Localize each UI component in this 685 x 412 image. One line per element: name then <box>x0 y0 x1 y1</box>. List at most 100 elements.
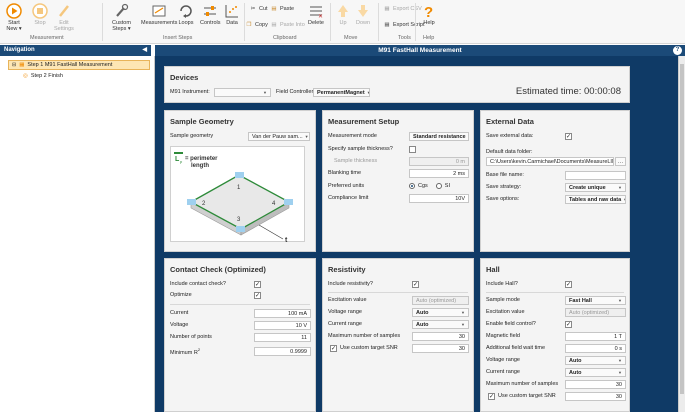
delete-button[interactable]: ✕ Delete <box>308 3 324 26</box>
voltage-input[interactable]: 10 V <box>254 321 311 330</box>
export-script-label: Export Script <box>393 22 425 28</box>
csv-icon: ▦ <box>384 6 390 12</box>
chevron-down-icon: ▼ <box>263 90 267 95</box>
chevron-down-icon: ▼ <box>461 322 465 327</box>
options-dropdown[interactable]: Tables and raw data▼ <box>565 195 626 204</box>
help-button[interactable]: ? Help <box>421 3 437 26</box>
cgs-radio[interactable] <box>409 183 415 189</box>
base-name-input[interactable] <box>565 171 626 180</box>
instrument-dropdown[interactable]: ▼ <box>214 88 271 97</box>
group-help: Help <box>423 35 435 41</box>
loops-button[interactable]: Loops <box>178 3 194 26</box>
cut-button[interactable]: ✂ Cut <box>249 5 268 13</box>
external-data-panel: External Data Save external data: ✓ Defa… <box>480 110 630 252</box>
thickness-input[interactable]: 0 m <box>409 157 469 166</box>
stop-button[interactable]: Stop <box>32 3 48 26</box>
hall-vrange-dropdown[interactable]: Auto ▼ <box>565 356 626 365</box>
res-maxsamples-input[interactable]: 30 <box>412 332 469 341</box>
res-vrange-dropdown[interactable]: Auto ▼ <box>412 308 469 317</box>
include-hall-checkbox[interactable]: ✓ <box>565 281 572 288</box>
hall-maxsamples-input[interactable]: 30 <box>565 380 626 389</box>
si-radio[interactable] <box>435 183 442 189</box>
compliance-input[interactable]: 10V <box>409 194 469 203</box>
main-title: M91 FastHall Measurement <box>378 47 462 54</box>
hall-title: Hall <box>486 265 500 274</box>
hall-snr-label: Use custom target SNR <box>498 393 556 399</box>
mode-value: Standard resistance <box>413 133 466 140</box>
chevron-down-icon: ▼ <box>461 310 465 315</box>
save-external-checkbox[interactable]: ✓ <box>565 133 572 140</box>
divider <box>486 292 624 293</box>
hall-crange-dropdown[interactable]: Auto ▼ <box>565 368 626 377</box>
include-contact-checkbox[interactable]: ✓ <box>254 281 261 288</box>
data-button[interactable]: Data <box>224 3 240 26</box>
res-snr-checkbox[interactable]: ✓ <box>330 345 337 352</box>
export-script-button[interactable]: ▦ Export Script <box>383 21 424 29</box>
chevron-down-icon: ▼ <box>304 134 309 139</box>
thickness-t-label: t <box>285 237 288 243</box>
field-control-checkbox[interactable]: ✓ <box>565 321 572 328</box>
current-input[interactable]: 100 mA <box>254 309 311 318</box>
save-external-row: Save external data: <box>486 131 624 141</box>
ribbon-separator <box>330 3 331 41</box>
svg-text:✕: ✕ <box>318 14 323 19</box>
group-insert-steps: Insert Steps <box>163 35 193 41</box>
optimize-checkbox[interactable]: ✓ <box>254 292 261 299</box>
points-label: Number of points <box>170 334 212 340</box>
browse-folder-button[interactable]: … <box>615 157 626 166</box>
move-down-button[interactable]: Down <box>355 3 371 26</box>
loops-label: Loops <box>178 20 194 26</box>
scrollbar-thumb[interactable] <box>680 64 684 394</box>
folder-label: Default data folder: <box>486 149 533 155</box>
collapse-arrow-icon[interactable]: ◀ <box>142 46 147 53</box>
controls-button[interactable]: Controls <box>200 3 220 26</box>
magnetic-input[interactable]: 1 T <box>565 332 626 341</box>
hall-snr-input[interactable]: 30 <box>565 392 626 401</box>
blanking-input[interactable]: 2 ms <box>409 169 469 178</box>
res-crange-dropdown[interactable]: Auto ▼ <box>412 320 469 329</box>
min-r2-input[interactable]: 0.9999 <box>254 347 311 356</box>
hall-snr-checkbox[interactable]: ✓ <box>488 393 495 400</box>
hall-maxsamples-label: Maximum number of samples <box>486 381 559 387</box>
edit-settings-button[interactable]: Edit Settings <box>54 3 74 32</box>
hall-excitation-input[interactable]: Auto (optimized) <box>565 308 626 317</box>
res-snr-label: Use custom target SNR <box>340 345 398 351</box>
svg-text:?: ? <box>424 4 433 19</box>
navigation-pane: ⊟ ▦ Step 1 M91 FastHall Measurement ◎ St… <box>0 56 155 412</box>
field-controller-dropdown[interactable]: PermanentMagnet▼ <box>313 88 370 97</box>
loop-icon <box>178 3 194 19</box>
tree-item-step-2[interactable]: ◎ Step 2 Finish <box>20 71 66 81</box>
start-new-button[interactable]: Start New ▾ <box>6 3 22 32</box>
vertical-scrollbar[interactable] <box>678 56 685 412</box>
resistivity-panel: Resistivity Include resistivity? ✓ Excit… <box>322 258 474 412</box>
hall-mode-value: Fast Hall <box>569 297 592 304</box>
help-label: Help <box>423 20 435 26</box>
measurements-button[interactable]: Measurements <box>141 3 177 26</box>
points-input[interactable]: 11 <box>254 333 311 342</box>
custom-steps-button[interactable]: Custom Steps ▾ <box>112 3 131 32</box>
include-resistivity-checkbox[interactable]: ✓ <box>412 281 419 288</box>
wait-input[interactable]: 0 s <box>565 344 626 353</box>
paste-into-button[interactable]: ▤ Paste Into <box>270 21 304 29</box>
copy-button[interactable]: ❐ Copy <box>245 21 268 29</box>
paste-button[interactable]: ▤ Paste <box>270 5 294 13</box>
help-circle-icon[interactable]: ? <box>673 46 682 55</box>
tree-item-step-1[interactable]: ⊟ ▦ Step 1 M91 FastHall Measurement <box>8 60 150 70</box>
thickness-checkbox[interactable] <box>409 146 416 153</box>
move-up-button[interactable]: Up <box>335 3 351 26</box>
strategy-dropdown[interactable]: Create unique ▼ <box>565 183 626 192</box>
collapse-icon[interactable]: ⊟ <box>12 62 16 68</box>
divider <box>170 304 310 305</box>
hall-mode-dropdown[interactable]: Fast Hall ▼ <box>565 296 626 305</box>
res-snr-input[interactable]: 30 <box>412 344 469 353</box>
mode-dropdown[interactable]: Standard resistance▼ <box>409 132 469 141</box>
edit-settings-label: Edit Settings <box>54 20 74 32</box>
folder-input[interactable]: C:\Users\kevin.Carmichael\Documents\Meas… <box>486 157 614 166</box>
lp-sub-label: p <box>180 159 183 164</box>
geometry-dropdown[interactable]: Van der Pauw sam... ▼ <box>248 132 310 141</box>
measurement-setup-title: Measurement Setup <box>328 117 400 126</box>
start-label: Start New ▾ <box>6 20 22 32</box>
res-excitation-input[interactable]: Auto (optimized) <box>412 296 469 305</box>
options-value: Tables and raw data <box>569 196 622 203</box>
pencil-icon <box>56 3 72 19</box>
